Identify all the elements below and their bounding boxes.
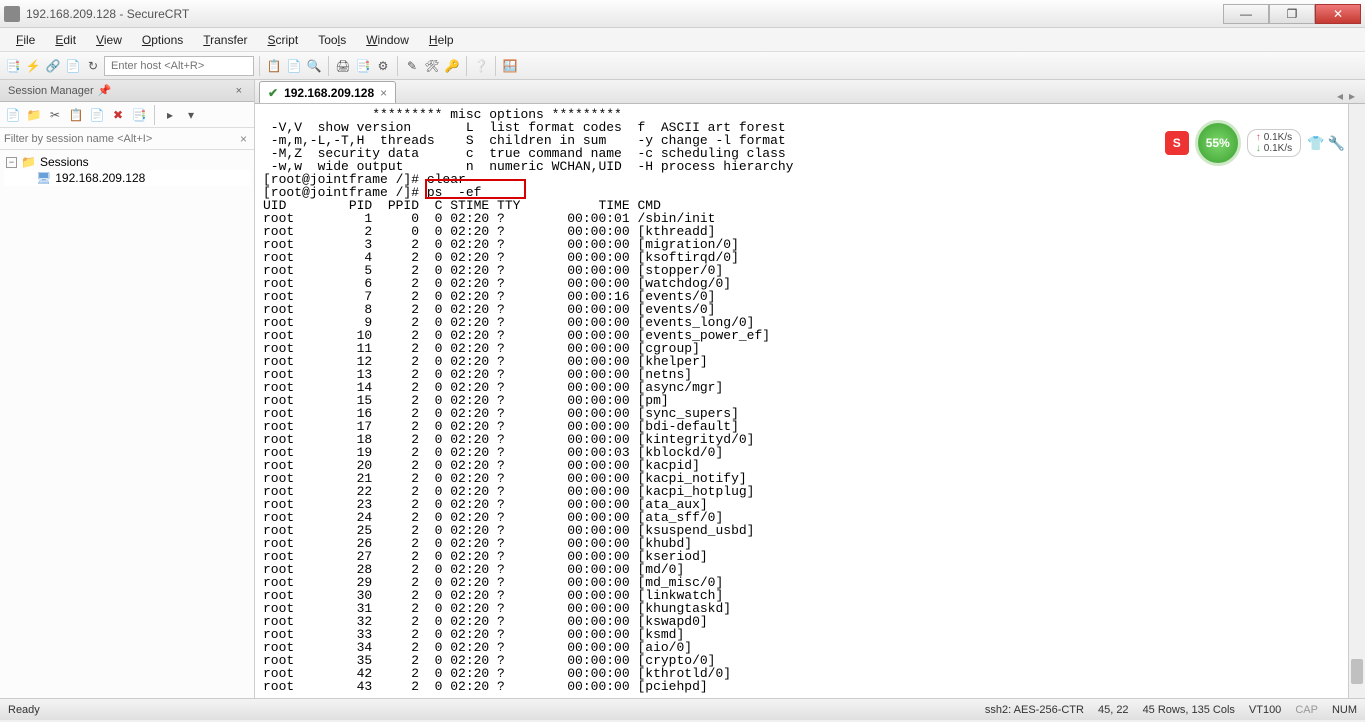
session-manager-title: Session Manager 📌 × [0, 80, 254, 102]
minimize-button[interactable]: — [1223, 4, 1269, 24]
sm-properties-icon[interactable]: 📑 [130, 106, 148, 124]
status-connection: ssh2: AES-256-CTR [985, 704, 1084, 716]
delete-icon[interactable]: ✖ [109, 106, 127, 124]
reconnect-icon[interactable]: ↻ [84, 57, 102, 75]
connect-in-tab-icon[interactable]: 📄 [64, 57, 82, 75]
menu-view[interactable]: View [88, 31, 130, 49]
pin-icon[interactable]: 📌 [98, 84, 112, 97]
menu-transfer[interactable]: Transfer [195, 31, 255, 49]
tools-icon[interactable]: 🛠 [423, 57, 441, 75]
scroll-thumb[interactable] [1351, 659, 1363, 684]
status-num: NUM [1332, 704, 1357, 716]
sm-copy-icon[interactable]: 📋 [67, 106, 85, 124]
menu-help[interactable]: Help [421, 31, 462, 49]
script-icon[interactable]: ✎ [403, 57, 421, 75]
menu-window[interactable]: Window [358, 31, 417, 49]
menu-tools[interactable]: Tools [310, 31, 354, 49]
tab-prev-icon[interactable]: ◂ [1337, 89, 1343, 103]
window-icon[interactable]: 🪟 [501, 57, 519, 75]
clear-filter-icon[interactable]: × [237, 132, 250, 146]
status-cap: CAP [1295, 704, 1318, 716]
status-size: 45 Rows, 135 Cols [1143, 704, 1235, 716]
maximize-button[interactable]: ❐ [1269, 4, 1315, 24]
session-filter: × [0, 128, 254, 150]
tree-host-label: 192.168.209.128 [55, 171, 145, 185]
window-title: 192.168.209.128 - SecureCRT [26, 7, 1223, 21]
filter-input[interactable] [4, 133, 237, 145]
tab-label: 192.168.209.128 [284, 86, 374, 100]
cut-icon[interactable]: ✂ [46, 106, 64, 124]
new-folder-icon[interactable]: 📁 [25, 106, 43, 124]
quick-connect-icon[interactable]: 🔗 [44, 57, 62, 75]
content-area: ✔ 192.168.209.128 × ◂ ▸ ********* misc o… [255, 80, 1365, 698]
help-icon[interactable]: ❔ [472, 57, 490, 75]
toolbar: 📑 ⚡ 🔗 📄 ↻ 📋 📄 🔍 🖨 📑 ⚙ ✎ 🛠 🔑 ❔ 🪟 [0, 52, 1365, 80]
collapse-toggle-icon[interactable]: − [6, 157, 17, 168]
sm-paste-icon[interactable]: 📄 [88, 106, 106, 124]
tree-root[interactable]: − 📁 Sessions [4, 154, 250, 170]
status-ready: Ready [8, 704, 40, 716]
tree-host[interactable]: 🖥 192.168.209.128 [4, 170, 250, 186]
menu-options[interactable]: Options [134, 31, 191, 49]
find-icon[interactable]: 🔍 [305, 57, 323, 75]
print-icon[interactable]: 🖨 [334, 57, 352, 75]
properties-icon[interactable]: 📑 [354, 57, 372, 75]
status-cursor-pos: 45, 22 [1098, 704, 1129, 716]
tab-next-icon[interactable]: ▸ [1349, 89, 1355, 103]
titlebar: 192.168.209.128 - SecureCRT — ❐ ✕ [0, 0, 1365, 28]
folder-icon: 📁 [21, 155, 36, 169]
connected-icon: ✔ [268, 86, 278, 100]
session-manager-panel: Session Manager 📌 × 📄 📁 ✂ 📋 📄 ✖ 📑 ▸ ▾ × … [0, 80, 255, 698]
close-button[interactable]: ✕ [1315, 4, 1361, 24]
options-icon[interactable]: ⚙ [374, 57, 392, 75]
statusbar: Ready ssh2: AES-256-CTR 45, 22 45 Rows, … [0, 698, 1365, 720]
menu-file[interactable]: File [8, 31, 43, 49]
menubar: File Edit View Options Transfer Script T… [0, 28, 1365, 52]
menu-edit[interactable]: Edit [47, 31, 84, 49]
new-session-icon[interactable]: 📄 [4, 106, 22, 124]
terminal-scrollbar[interactable] [1348, 104, 1365, 698]
paste-icon[interactable]: 📄 [285, 57, 303, 75]
app-icon [4, 6, 20, 22]
collapse-icon[interactable]: ▾ [182, 106, 200, 124]
copy-icon[interactable]: 📋 [265, 57, 283, 75]
expand-icon[interactable]: ▸ [161, 106, 179, 124]
session-manager-label: Session Manager [8, 85, 94, 97]
menu-script[interactable]: Script [260, 31, 307, 49]
status-term-type: VT100 [1249, 704, 1281, 716]
terminal[interactable]: ********* misc options ********* -V,V sh… [255, 104, 1365, 698]
connect-icon[interactable]: ⚡ [24, 57, 42, 75]
tabbar: ✔ 192.168.209.128 × ◂ ▸ [255, 80, 1365, 104]
session-manager-icon[interactable]: 📑 [4, 57, 22, 75]
host-icon: 🖥 [36, 171, 51, 185]
tree-root-label: Sessions [40, 155, 89, 169]
close-panel-icon[interactable]: × [232, 85, 246, 97]
session-manager-toolbar: 📄 📁 ✂ 📋 📄 ✖ 📑 ▸ ▾ [0, 102, 254, 128]
session-tree[interactable]: − 📁 Sessions 🖥 192.168.209.128 [0, 150, 254, 698]
key-icon[interactable]: 🔑 [443, 57, 461, 75]
session-tab[interactable]: ✔ 192.168.209.128 × [259, 81, 396, 103]
host-input[interactable] [104, 56, 254, 76]
close-tab-icon[interactable]: × [380, 86, 387, 100]
